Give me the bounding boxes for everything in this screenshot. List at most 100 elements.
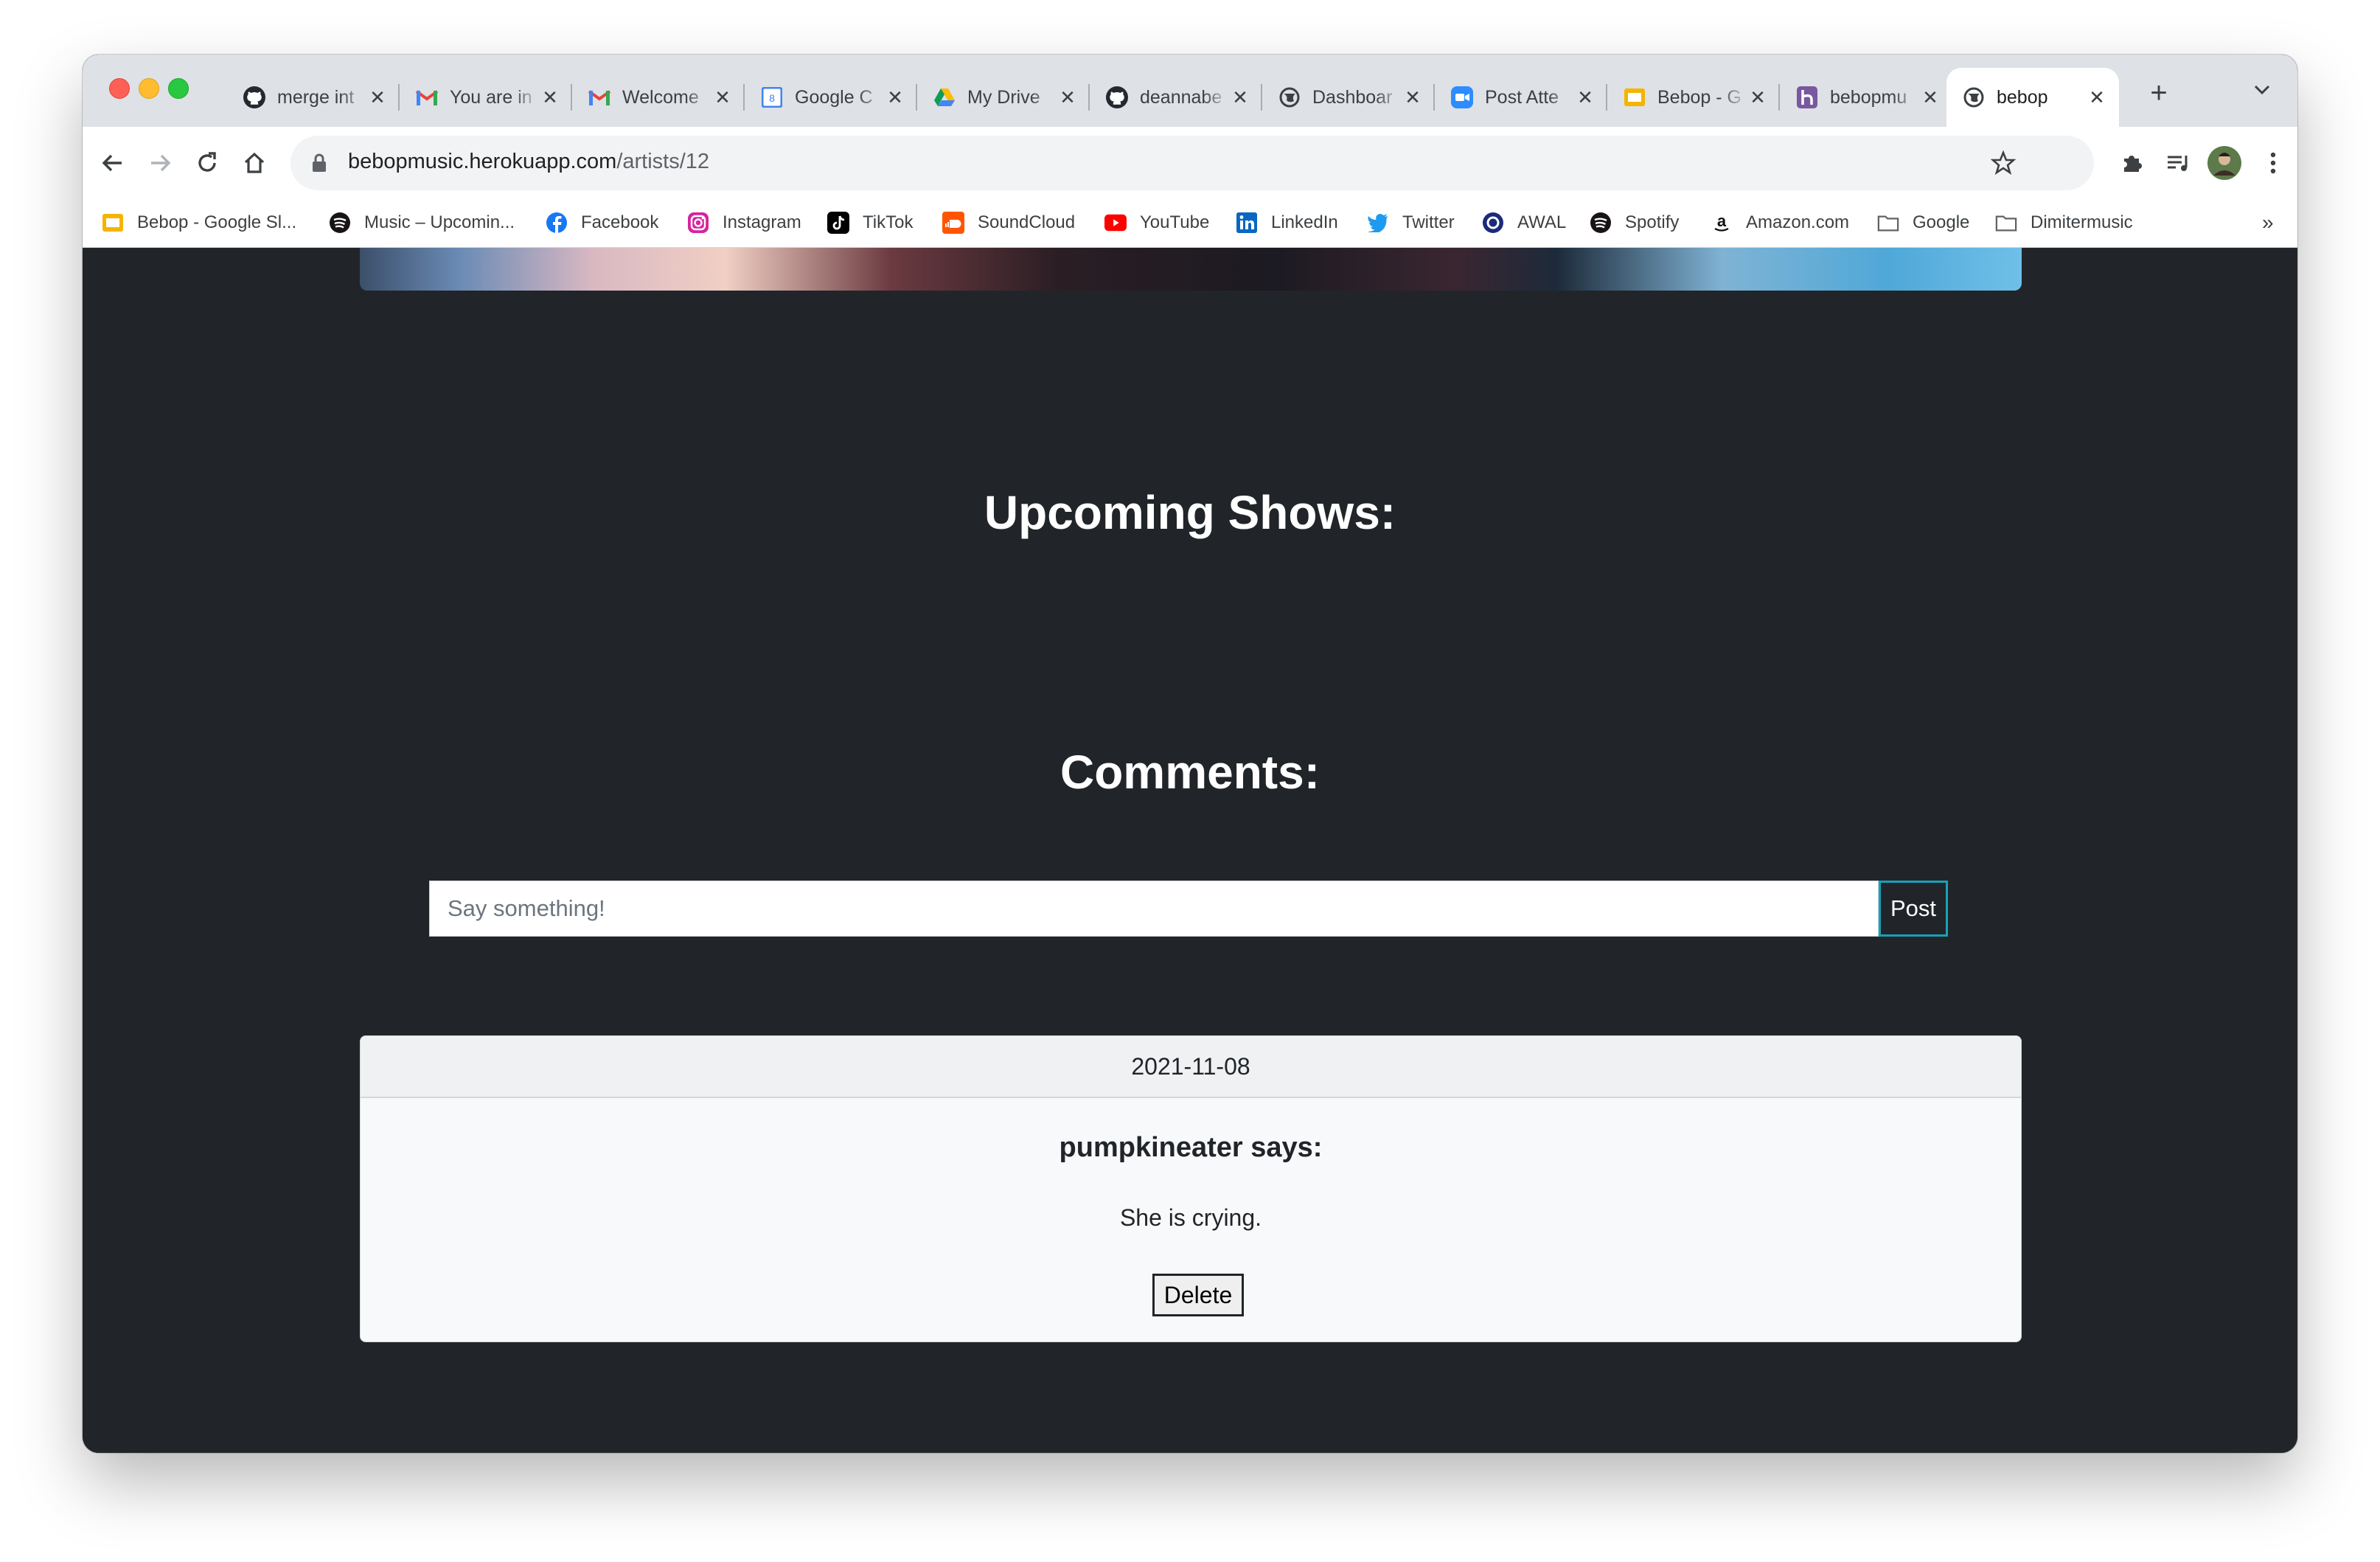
tab-google-calendar[interactable]: 8 Google C ✕ [745, 68, 917, 127]
bookmark-facebook[interactable]: Facebook [546, 209, 658, 236]
bookmark-youtube[interactable]: YouTube [1104, 209, 1209, 236]
zoom-icon [1451, 86, 1473, 108]
close-tab-icon[interactable]: ✕ [1402, 86, 1423, 108]
tiktok-icon [827, 212, 849, 234]
tab-deannabe[interactable]: deannabe ✕ [1090, 68, 1262, 127]
bookmark-label: SoundCloud [978, 212, 1076, 232]
comment-card: 2021-11-08 pumpkineater says: She is cry… [360, 1035, 2022, 1342]
bookmark-label: Music – Upcomin... [364, 212, 515, 232]
bookmark-amazon[interactable]: a Amazon.com [1711, 209, 1849, 236]
close-tab-icon[interactable]: ✕ [1575, 86, 1596, 108]
google-slides-icon [1624, 86, 1646, 108]
tab-title: merge int [277, 86, 355, 108]
bookmark-label: Amazon.com [1746, 212, 1850, 232]
tab-gmail-2[interactable]: Welcome ✕ [572, 68, 745, 127]
tab-merge[interactable]: merge int ✕ [227, 68, 400, 127]
tab-bebop-slides[interactable]: Bebop - G ✕ [1607, 68, 1780, 127]
minimize-window-button[interactable] [139, 78, 159, 99]
new-tab-button[interactable]: + [2144, 78, 2174, 108]
github-icon [243, 86, 265, 108]
reload-button[interactable] [189, 145, 226, 181]
comment-date: 2021-11-08 [361, 1036, 2021, 1098]
bookmark-soundcloud[interactable]: SoundCloud [942, 209, 1075, 236]
bookmark-awal[interactable]: AWAL [1482, 209, 1566, 236]
bookmark-star-icon[interactable] [1991, 150, 2016, 176]
close-tab-icon[interactable]: ✕ [1230, 86, 1250, 108]
tab-title: Welcome [622, 86, 699, 108]
svg-text:8: 8 [769, 92, 775, 104]
google-slides-icon [102, 212, 124, 234]
artist-hero-image [360, 248, 2022, 291]
bookmarks-overflow-button[interactable]: » [2262, 209, 2274, 236]
tab-dashboard[interactable]: Dashboar ✕ [1262, 68, 1435, 127]
address-bar[interactable]: bebopmusic.herokuapp.com/artists/12 [290, 136, 2094, 190]
bookmark-music-upcoming[interactable]: Music – Upcomin... [329, 209, 515, 236]
bookmark-twitter[interactable]: Twitter [1367, 209, 1455, 236]
home-button[interactable] [236, 145, 273, 181]
url-path: /artists/12 [616, 150, 710, 173]
profile-avatar[interactable] [2206, 145, 2243, 181]
soundcloud-icon [942, 212, 964, 234]
globe-icon [1963, 86, 1985, 108]
tab-search-chevron-icon[interactable] [2253, 84, 2271, 100]
close-tab-icon[interactable]: ✕ [885, 86, 905, 108]
forward-arrow-icon [151, 154, 171, 172]
folder-icon [1877, 212, 1899, 234]
tab-post-attendee[interactable]: Post Atte ✕ [1435, 68, 1607, 127]
tab-gmail-1[interactable]: You are in ✕ [400, 68, 572, 127]
home-icon [244, 152, 265, 173]
close-tab-icon[interactable]: ✕ [712, 86, 733, 108]
bookmark-spotify[interactable]: Spotify [1590, 209, 1679, 236]
bookmark-instagram[interactable]: Instagram [687, 209, 801, 236]
bookmark-label: Bebop - Google Sl... [137, 212, 297, 232]
chrome-menu-icon[interactable] [2255, 145, 2292, 181]
spotify-icon [329, 212, 351, 234]
bookmark-label: Google [1913, 212, 1970, 232]
back-button[interactable] [94, 145, 131, 181]
github-icon [1106, 86, 1128, 108]
close-tab-icon[interactable]: ✕ [2087, 86, 2107, 108]
close-tab-icon[interactable]: ✕ [367, 86, 388, 108]
forward-button[interactable] [142, 145, 178, 181]
tab-title: bebop [1997, 86, 2048, 108]
close-tab-icon[interactable]: ✕ [540, 86, 560, 108]
bookmark-tiktok[interactable]: TikTok [827, 209, 913, 236]
url-host: bebopmusic.herokuapp.com [348, 150, 617, 173]
bookmark-folder-google[interactable]: Google [1877, 209, 1969, 236]
svg-text:a: a [1717, 212, 1727, 230]
comment-input[interactable] [429, 881, 1879, 937]
tab-title: Bebop - G [1657, 86, 1741, 108]
extensions-puzzle-icon[interactable] [2113, 145, 2150, 181]
comments-heading: Comments: [1059, 746, 1321, 799]
bookmark-label: TikTok [863, 212, 914, 232]
spotify-icon [1590, 212, 1612, 234]
lock-icon [313, 153, 326, 172]
tab-title: My Drive [967, 86, 1040, 108]
media-queue-icon[interactable] [2160, 145, 2197, 181]
bookmark-folder-dimitermusic[interactable]: Dimitermusic [1995, 209, 2133, 236]
comment-text: She is crying. [1119, 1204, 1262, 1231]
bookmark-label: Dimitermusic [2031, 212, 2133, 232]
bookmark-linkedin[interactable]: LinkedIn [1236, 209, 1338, 236]
tab-bebop-active[interactable]: bebop ✕ [1946, 68, 2119, 127]
tab-my-drive[interactable]: My Drive ✕ [917, 68, 1090, 127]
tab-title: Post Atte [1485, 86, 1559, 108]
close-tab-icon[interactable]: ✕ [1920, 86, 1941, 108]
gmail-icon [588, 86, 610, 108]
tab-bebopmu[interactable]: bebopmu ✕ [1780, 68, 1952, 127]
delete-comment-button[interactable]: Delete [1152, 1274, 1244, 1316]
post-comment-button[interactable]: Post [1879, 881, 1948, 937]
tab-strip: merge int ✕ You are in ✕ Welcome ✕ 8 Goo… [83, 55, 2297, 127]
close-window-button[interactable] [109, 78, 130, 99]
reload-icon [198, 152, 216, 172]
toolbar: bebopmusic.herokuapp.com/artists/12 [83, 127, 2297, 199]
heroku-icon [1796, 86, 1818, 108]
browser-window: merge int ✕ You are in ✕ Welcome ✕ 8 Goo… [83, 55, 2297, 1453]
url-text[interactable]: bebopmusic.herokuapp.com/artists/12 [348, 150, 709, 174]
maximize-window-button[interactable] [168, 78, 189, 99]
close-tab-icon[interactable]: ✕ [1057, 86, 1078, 108]
amazon-icon: a [1711, 212, 1733, 234]
folder-icon [1995, 212, 2017, 234]
bookmark-bebop-slides[interactable]: Bebop - Google Sl... [102, 209, 296, 236]
close-tab-icon[interactable]: ✕ [1747, 86, 1768, 108]
